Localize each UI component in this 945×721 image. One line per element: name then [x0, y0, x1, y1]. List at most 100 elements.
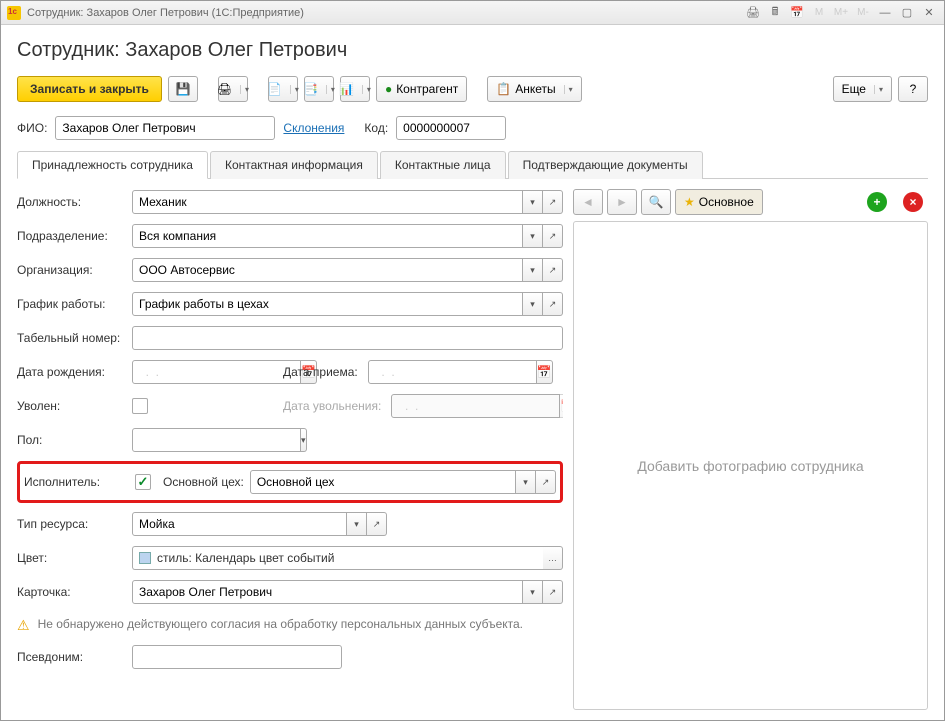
open-icon[interactable]: ↗ [543, 580, 563, 604]
executor-checkbox[interactable] [135, 474, 151, 490]
executor-highlighted-row: Исполнитель: Основной цех: ▾↗ [17, 461, 563, 503]
document-stack-icon: 📑 [303, 82, 318, 96]
department-input[interactable] [132, 224, 523, 248]
form-column: Должность: ▾↗ Подразделение: ▾↗ Организа… [17, 189, 563, 710]
department-label: Подразделение: [17, 229, 132, 243]
tabnum-label: Табельный номер: [17, 331, 132, 345]
save-icon: 💾 [175, 82, 190, 96]
print-button[interactable]: 🖨▾ [218, 76, 248, 102]
calendar-icon: 📅 [560, 394, 563, 418]
main-shop-label: Основной цех: [163, 475, 244, 489]
plus-icon: ● [385, 82, 392, 96]
open-icon[interactable]: ↗ [367, 512, 387, 536]
position-input[interactable] [132, 190, 523, 214]
card-label: Карточка: [17, 585, 132, 599]
window: Сотрудник: Захаров Олег Петрович (1С:Пре… [0, 0, 945, 721]
schedule-input[interactable] [132, 292, 523, 316]
warning-icon: ⚠ [17, 617, 30, 634]
tab-contact-info[interactable]: Контактная информация [210, 151, 378, 179]
save-close-button[interactable]: Записать и закрыть [17, 76, 162, 102]
surveys-button[interactable]: 📋Анкеты▾ [487, 76, 581, 102]
chevron-down-icon: ▾ [362, 85, 371, 94]
photo-placeholder[interactable]: Добавить фотографию сотрудника [573, 221, 928, 710]
dropdown-icon[interactable]: ▾ [516, 470, 536, 494]
sex-input[interactable] [132, 428, 301, 452]
restype-label: Тип ресурса: [17, 517, 132, 531]
dropdown-icon[interactable]: ▾ [523, 224, 543, 248]
dob-input[interactable] [132, 360, 301, 384]
sex-label: Пол: [17, 433, 132, 447]
org-input[interactable] [132, 258, 523, 282]
prev-button[interactable]: ◄ [573, 189, 603, 215]
tabnum-input[interactable] [132, 326, 563, 350]
more-label: Еще [842, 82, 866, 96]
open-icon[interactable]: ↗ [543, 258, 563, 282]
print-icon[interactable]: 🖨 [744, 5, 762, 21]
executor-label: Исполнитель: [24, 475, 135, 489]
open-icon[interactable]: ↗ [536, 470, 556, 494]
open-icon[interactable]: ↗ [543, 224, 563, 248]
next-button[interactable]: ► [607, 189, 637, 215]
delete-photo-button[interactable]: × [898, 189, 928, 215]
main-shop-input[interactable] [250, 470, 516, 494]
card-input[interactable] [132, 580, 523, 604]
ellipsis-button[interactable]: … [543, 546, 563, 570]
photo-column: ◄ ► 🔍 ★ Основное + × Добавить фотографию … [573, 189, 928, 710]
tab-contact-persons[interactable]: Контактные лица [380, 151, 506, 179]
list-icon: 📋 [496, 82, 511, 96]
m-plus-icon: M+ [832, 5, 850, 21]
x-circle-icon: × [903, 192, 923, 212]
help-button[interactable]: ? [898, 76, 928, 102]
fired-checkbox[interactable] [132, 398, 148, 414]
dropdown-icon[interactable]: ▾ [523, 258, 543, 282]
warning-text: Не обнаружено действующего согласия на о… [38, 617, 523, 631]
declensions-link[interactable]: Склонения [283, 121, 344, 135]
open-icon[interactable]: ↗ [543, 292, 563, 316]
calendar-icon[interactable]: 📅 [788, 5, 806, 21]
dropdown-icon[interactable]: ▾ [523, 292, 543, 316]
tab-affiliation[interactable]: Принадлежность сотрудника [17, 151, 208, 179]
color-value: стиль: Календарь цвет событий [157, 551, 334, 565]
code-input[interactable] [396, 116, 506, 140]
doc3-button[interactable]: 📊▾ [340, 76, 370, 102]
printer-icon: 🖨 [217, 82, 232, 96]
chevron-down-icon: ▾ [240, 85, 249, 94]
dropdown-icon[interactable]: ▾ [523, 580, 543, 604]
code-label: Код: [364, 121, 388, 135]
star-icon: ★ [684, 195, 695, 209]
dob-label: Дата рождения: [17, 365, 132, 379]
doc2-button[interactable]: 📑▾ [304, 76, 334, 102]
calculator-icon[interactable]: 🖩 [766, 5, 784, 21]
counterparty-button[interactable]: ● Контрагент [376, 76, 467, 102]
main-photo-label: Основное [699, 195, 754, 209]
maximize-icon[interactable]: ▢ [898, 5, 916, 21]
m-minus-icon: M- [854, 5, 872, 21]
magnifier-icon: 🔍 [649, 195, 664, 209]
dropdown-icon[interactable]: ▾ [301, 428, 307, 452]
color-swatch-icon [139, 552, 151, 564]
doc1-button[interactable]: 📄▾ [268, 76, 298, 102]
minimize-icon[interactable]: — [876, 5, 894, 21]
open-icon[interactable]: ↗ [543, 190, 563, 214]
calendar-icon[interactable]: 📅 [537, 360, 553, 384]
restype-input[interactable] [132, 512, 347, 536]
save-button[interactable]: 💾 [168, 76, 198, 102]
hire-label: Дата приема: [283, 365, 358, 379]
titlebar: Сотрудник: Захаров Олег Петрович (1С:Пре… [1, 1, 944, 25]
counterparty-label: Контрагент [396, 82, 458, 96]
close-icon[interactable]: ✕ [920, 5, 938, 21]
chevron-down-icon: ▾ [564, 85, 573, 94]
hire-input[interactable] [368, 360, 537, 384]
tab-documents[interactable]: Подтверждающие документы [508, 151, 703, 179]
dropdown-icon[interactable]: ▾ [523, 190, 543, 214]
add-photo-button[interactable]: + [862, 189, 892, 215]
dropdown-icon[interactable]: ▾ [347, 512, 367, 536]
fio-input[interactable] [55, 116, 275, 140]
main-toolbar: Записать и закрыть 💾 🖨▾ 📄▾ 📑▾ 📊▾ ●Контра… [17, 76, 928, 102]
schedule-label: График работы: [17, 297, 132, 311]
zoom-button[interactable]: 🔍 [641, 189, 671, 215]
arrow-left-icon: ◄ [582, 195, 594, 209]
main-photo-button[interactable]: ★ Основное [675, 189, 763, 215]
more-button[interactable]: Еще▾ [833, 76, 892, 102]
alias-input[interactable] [132, 645, 342, 669]
